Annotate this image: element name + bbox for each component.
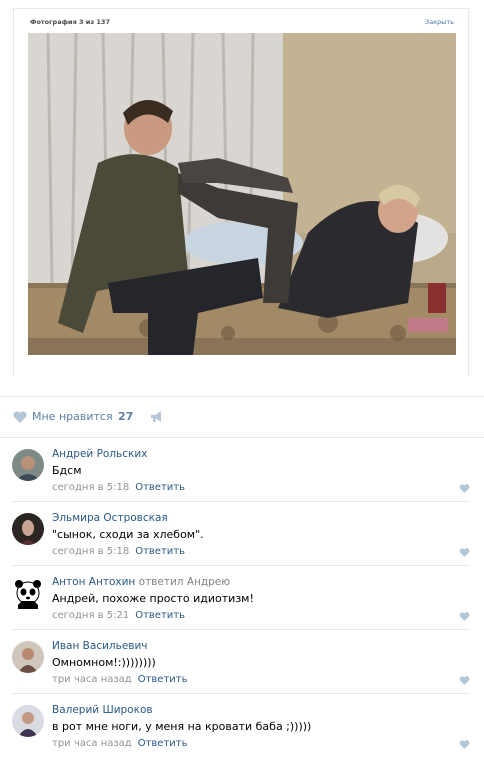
heart-icon[interactable] bbox=[459, 740, 470, 749]
comment-meta: три часа назад Ответить bbox=[52, 674, 188, 685]
comment-text: Бдсм bbox=[52, 464, 82, 477]
avatar[interactable] bbox=[12, 705, 44, 737]
reply-link[interactable]: Ответить bbox=[135, 610, 185, 621]
comments-list: Андрей Рольских Бдсм сегодня в 5:18 Ответ… bbox=[0, 438, 484, 758]
comment-time[interactable]: три часа назад bbox=[52, 674, 132, 685]
comment-author[interactable]: Иван Васильевич bbox=[52, 640, 148, 652]
reply-to-label[interactable]: ответил Андрею bbox=[139, 576, 230, 588]
comment-meta: сегодня в 5:21 Ответить bbox=[52, 610, 185, 621]
avatar[interactable] bbox=[12, 449, 44, 481]
comment: Валерий Широков в рот мне ноги, у меня н… bbox=[12, 694, 470, 758]
heart-icon[interactable] bbox=[459, 612, 470, 621]
close-link[interactable]: Закрыть bbox=[425, 18, 454, 26]
comment: Эльмира Островская "сынок, сходи за хлеб… bbox=[12, 502, 470, 566]
panda-avatar[interactable] bbox=[12, 577, 44, 609]
comment-author[interactable]: Эльмира Островская bbox=[52, 512, 168, 524]
like-count[interactable]: 27 bbox=[118, 410, 133, 423]
photo-image bbox=[28, 33, 456, 355]
avatar[interactable] bbox=[12, 513, 44, 545]
like-button[interactable]: Мне нравится bbox=[32, 410, 113, 423]
photo-viewer-header: Фотография 3 из 137 Закрыть bbox=[14, 9, 468, 33]
comment-time[interactable]: сегодня в 5:18 bbox=[52, 482, 129, 493]
heart-icon[interactable] bbox=[459, 548, 470, 557]
post-actions: Мне нравится 27 bbox=[0, 396, 484, 438]
comment: Андрей Рольских Бдсм сегодня в 5:18 Ответ… bbox=[12, 438, 470, 502]
comment-author[interactable]: Андрей Рольских bbox=[52, 448, 147, 460]
reply-link[interactable]: Ответить bbox=[135, 482, 185, 493]
comment-text: "сынок, сходи за хлебом". bbox=[52, 528, 204, 541]
comment-text: Омномном!:)))))))) bbox=[52, 656, 156, 669]
comment-meta: сегодня в 5:18 Ответить bbox=[52, 546, 185, 557]
photo[interactable] bbox=[28, 33, 456, 355]
heart-icon[interactable] bbox=[459, 484, 470, 493]
comment-meta: сегодня в 5:18 Ответить bbox=[52, 482, 185, 493]
comment-author[interactable]: Валерий Широков bbox=[52, 704, 153, 716]
reply-link[interactable]: Ответить bbox=[138, 738, 188, 749]
photo-viewer: Фотография 3 из 137 Закрыть bbox=[13, 8, 469, 377]
reply-link[interactable]: Ответить bbox=[135, 546, 185, 557]
comment-author: Антон Антохин ответил Андрею bbox=[52, 576, 230, 588]
comment-meta: три часа назад Ответить bbox=[52, 738, 188, 749]
comment-text: в рот мне ноги, у меня на кровати баба ;… bbox=[52, 720, 312, 733]
photo-viewer-footer bbox=[14, 355, 468, 377]
comment: Иван Васильевич Омномном!:)))))))) три ч… bbox=[12, 630, 470, 694]
reply-link[interactable]: Ответить bbox=[138, 674, 188, 685]
photo-counter: Фотография 3 из 137 bbox=[30, 18, 110, 26]
heart-icon[interactable] bbox=[13, 411, 27, 423]
heart-icon[interactable] bbox=[459, 676, 470, 685]
author-name[interactable]: Антон Антохин bbox=[52, 576, 135, 588]
comment: Антон Антохин ответил Андрею Андрей, пох… bbox=[12, 566, 470, 630]
avatar[interactable] bbox=[12, 641, 44, 673]
comment-time[interactable]: сегодня в 5:18 bbox=[52, 546, 129, 557]
comment-time[interactable]: три часа назад bbox=[52, 738, 132, 749]
comment-time[interactable]: сегодня в 5:21 bbox=[52, 610, 129, 621]
comment-text: Андрей, похоже просто идиотизм! bbox=[52, 592, 254, 605]
megaphone-icon[interactable] bbox=[150, 410, 164, 423]
